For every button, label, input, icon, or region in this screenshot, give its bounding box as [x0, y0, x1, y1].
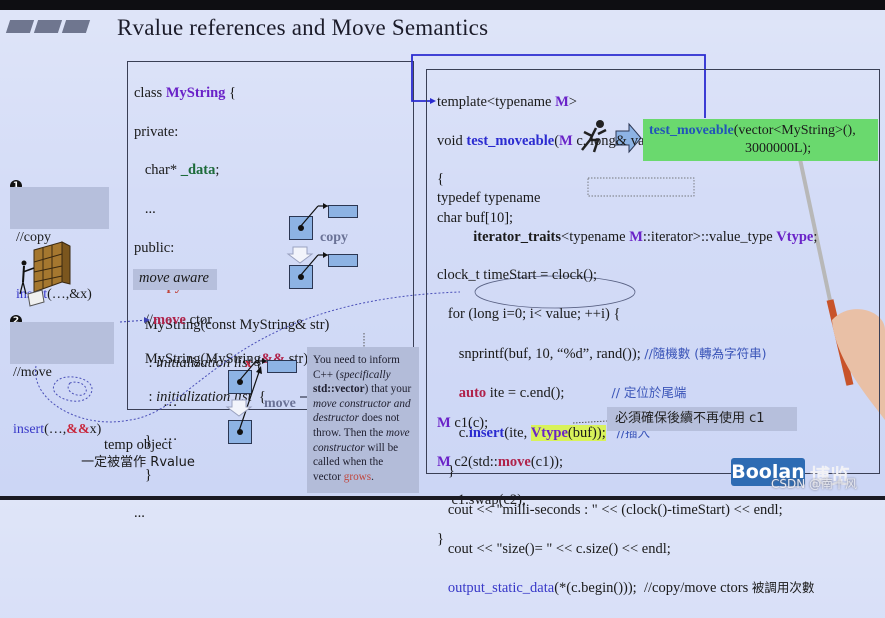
function-signature: void test_moveable(M c, long& value) [437, 132, 667, 149]
code-line: iterator_traits<typename M::iterator>::v… [473, 228, 818, 245]
call-args-2: 3000000L); [745, 141, 812, 156]
code-line: output_static_data(*(c.begin())); //copy… [447, 580, 815, 597]
code-line: M c2(std::move(c1)); [437, 453, 564, 470]
code-line: c1.swap(c2); [437, 492, 526, 509]
test-moveable-call-box: test_moveable(vector<MyString>(), 300000… [643, 119, 878, 161]
noexcept-explanation-note: You need to inform C++ (specifically std… [307, 347, 419, 493]
code-line: snprintf(buf, 10, “%d”, rand()); //隨機數 (… [437, 345, 767, 362]
test-moveable-code-tail: M c1(c); M c2(std::move(c1)); c1.swap(c2… [437, 395, 563, 569]
code-line: clock_t timeStart = clock(); [437, 267, 597, 284]
call-args-1: (vector<MyString>(), [733, 123, 856, 138]
code-line: typedef typename [437, 190, 541, 207]
csdn-watermark: CSDN @南十风 [771, 477, 858, 491]
code-line: } [437, 531, 444, 548]
code-line: ... [134, 505, 145, 522]
code-line: for (long i=0; i< value; ++i) { [437, 306, 621, 323]
move-warning-note: 必須確保後續不再使用 c1 [607, 407, 797, 431]
bottom-bar [0, 496, 885, 500]
code-line: template<typename M> [437, 94, 577, 111]
code-line: M c1(c); [437, 415, 489, 432]
call-fn: test_moveable [649, 123, 734, 138]
